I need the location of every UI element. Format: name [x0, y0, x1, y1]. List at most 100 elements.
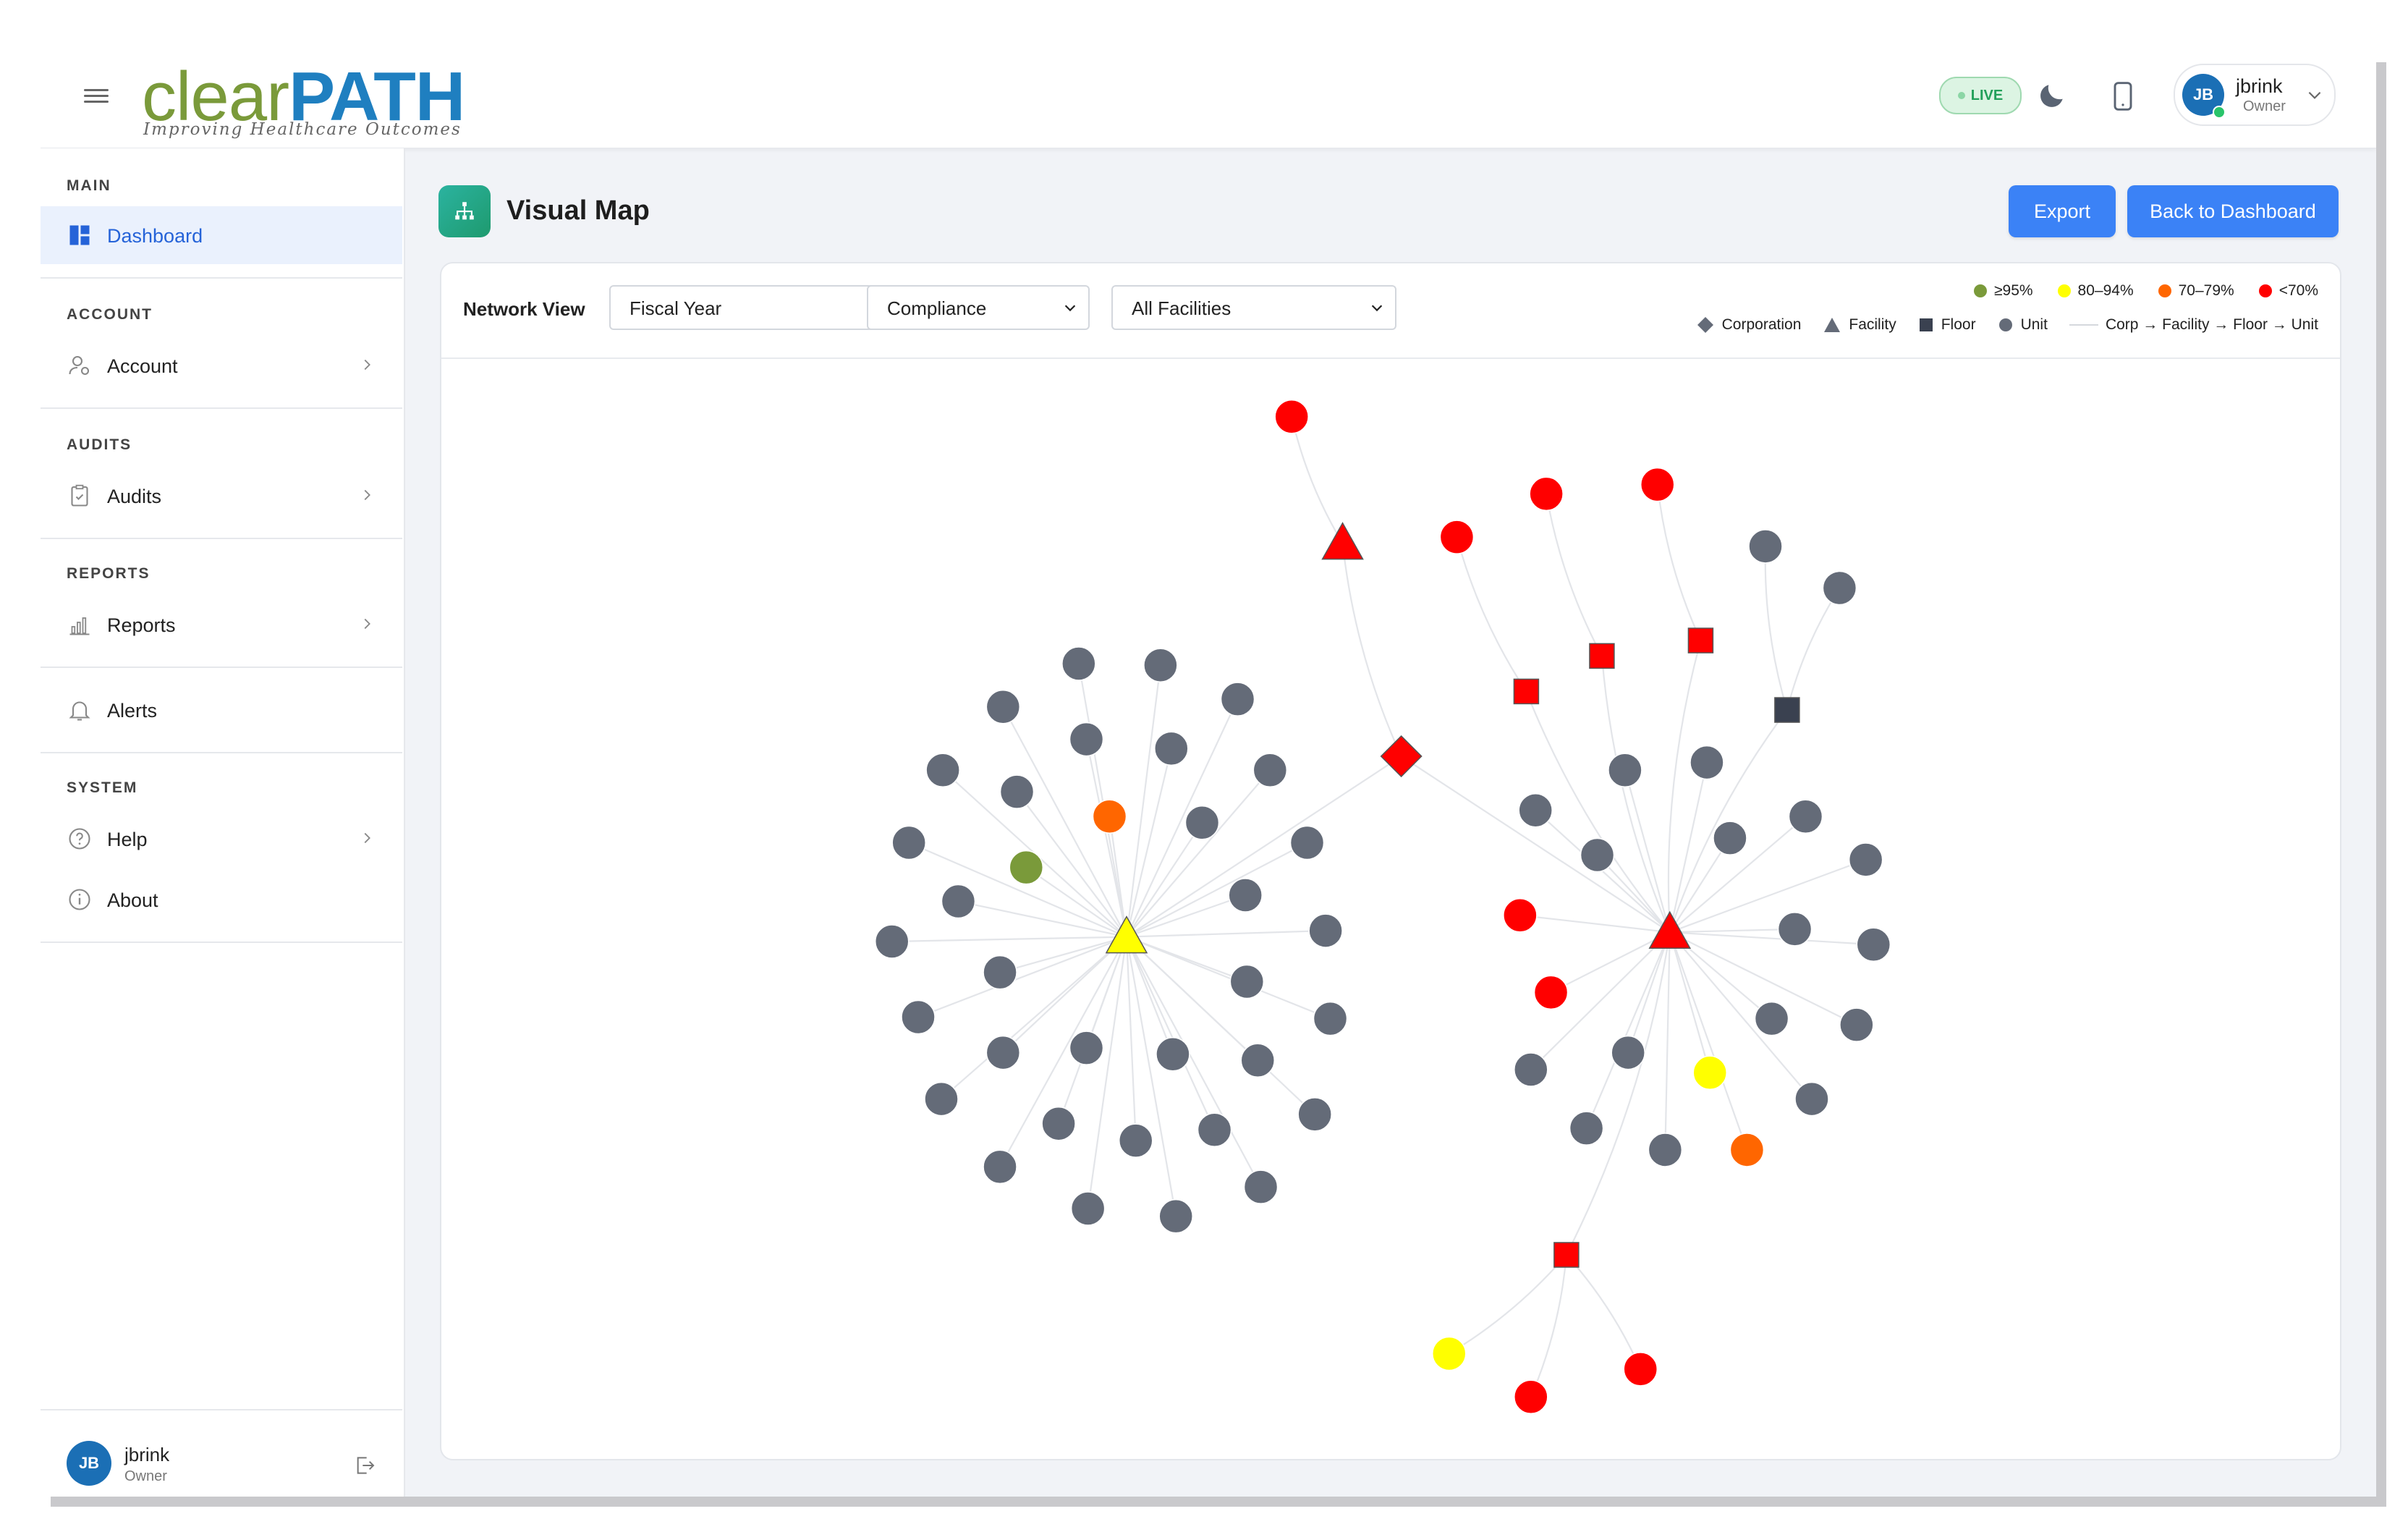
link-line-icon — [2069, 324, 2098, 326]
unit-node[interactable] — [941, 884, 976, 919]
unit-node[interactable] — [1009, 850, 1044, 885]
floor-node[interactable] — [1687, 627, 1714, 653]
unit-node[interactable] — [1069, 722, 1104, 757]
sidebar-item-account[interactable]: Account — [41, 337, 402, 394]
unit-node[interactable] — [1184, 805, 1220, 840]
export-button[interactable]: Export — [2009, 185, 2116, 237]
unit-node[interactable] — [1229, 964, 1265, 999]
unit-node[interactable] — [1274, 399, 1309, 434]
unit-node[interactable] — [1061, 646, 1096, 681]
back-to-dashboard-button[interactable]: Back to Dashboard — [2127, 185, 2339, 237]
floor-node[interactable] — [1553, 1242, 1580, 1268]
unit-node[interactable] — [1158, 1198, 1193, 1234]
unit-node[interactable] — [1070, 1191, 1106, 1226]
unit-node[interactable] — [1092, 799, 1127, 834]
dark-mode-moon-icon[interactable] — [2036, 80, 2068, 111]
sidebar-item-help[interactable]: Help — [41, 810, 402, 868]
link-line — [1126, 929, 1326, 938]
unit-node[interactable] — [1533, 975, 1569, 1010]
unit-node[interactable] — [1156, 1036, 1190, 1072]
unit-node[interactable] — [1713, 821, 1747, 855]
color-swatch-icon — [2158, 284, 2171, 297]
facility-node[interactable] — [1321, 522, 1364, 560]
unit-node[interactable] — [1503, 897, 1538, 933]
unit-node[interactable] — [1197, 1112, 1232, 1147]
sidebar-item-dashboard[interactable]: Dashboard — [41, 206, 402, 264]
unit-node[interactable] — [983, 1149, 1017, 1185]
floor-node[interactable] — [1774, 697, 1800, 723]
unit-node[interactable] — [1514, 1379, 1548, 1414]
mobile-view-phone-icon[interactable] — [2107, 80, 2139, 113]
unit-node[interactable] — [1069, 1031, 1104, 1065]
user-menu-button[interactable]: JB jbrink Owner — [2174, 64, 2336, 126]
unit-node[interactable] — [985, 690, 1021, 724]
unit-node[interactable] — [1623, 1352, 1658, 1387]
unit-node[interactable] — [1119, 1123, 1153, 1158]
unit-node[interactable] — [983, 955, 1017, 990]
metric-select[interactable]: Compliance — [867, 285, 1090, 330]
period-select[interactable]: Fiscal Year — [609, 285, 893, 330]
link-line — [1126, 936, 1315, 1115]
link-line — [1126, 842, 1308, 938]
unit-node[interactable] — [1608, 753, 1642, 787]
divider — [41, 1409, 402, 1410]
unit-node[interactable] — [1611, 1035, 1645, 1070]
unit-node[interactable] — [891, 825, 926, 860]
unit-node[interactable] — [1243, 1169, 1279, 1204]
sidebar-item-audits[interactable]: Audits — [41, 467, 402, 525]
facility-node[interactable] — [1105, 915, 1148, 954]
unit-node[interactable] — [1569, 1111, 1604, 1146]
network-map[interactable] — [441, 359, 2340, 1459]
unit-node[interactable] — [1143, 648, 1178, 682]
unit-node[interactable] — [1690, 745, 1724, 780]
sidebar-item-alerts[interactable]: Alerts — [41, 681, 402, 739]
unit-node[interactable] — [1839, 1007, 1874, 1042]
link-line — [1566, 1254, 1642, 1370]
unit-node[interactable] — [1252, 753, 1288, 787]
unit-node[interactable] — [874, 924, 910, 959]
unit-node[interactable] — [925, 753, 960, 787]
unit-node[interactable] — [1514, 1052, 1548, 1087]
unit-node[interactable] — [1220, 682, 1255, 716]
unit-node[interactable] — [985, 1035, 1021, 1070]
unit-node[interactable] — [1848, 842, 1883, 877]
unit-node[interactable] — [1529, 476, 1564, 512]
unit-node[interactable] — [1794, 1081, 1829, 1117]
logout-icon[interactable] — [353, 1454, 376, 1477]
corporation-node[interactable] — [1380, 735, 1423, 778]
menu-toggle-icon[interactable] — [84, 85, 109, 107]
unit-node[interactable] — [1692, 1055, 1727, 1091]
legend-color-item: ≥95% — [1973, 282, 2033, 300]
sidebar-item-about[interactable]: About — [41, 871, 402, 928]
unit-node[interactable] — [1729, 1133, 1765, 1167]
unit-node[interactable] — [1297, 1097, 1332, 1132]
unit-node[interactable] — [1788, 799, 1823, 834]
unit-node[interactable] — [1313, 1001, 1348, 1036]
unit-node[interactable] — [1228, 878, 1263, 913]
floor-node[interactable] — [1589, 643, 1615, 669]
unit-node[interactable] — [1754, 1001, 1789, 1036]
unit-node[interactable] — [1822, 570, 1857, 606]
sidebar-item-reports[interactable]: Reports — [41, 596, 402, 653]
unit-node[interactable] — [1041, 1106, 1076, 1141]
unit-node[interactable] — [1748, 529, 1783, 564]
sidebar-item-label: Account — [107, 355, 178, 377]
unit-node[interactable] — [1154, 731, 1189, 766]
unit-node[interactable] — [901, 999, 936, 1035]
legend-color-label: 70–79% — [2178, 282, 2234, 299]
unit-node[interactable] — [1777, 912, 1813, 947]
unit-node[interactable] — [1640, 467, 1675, 502]
unit-node[interactable] — [999, 774, 1035, 809]
unit-node[interactable] — [924, 1081, 959, 1117]
unit-node[interactable] — [1648, 1133, 1683, 1167]
unit-node[interactable] — [1439, 520, 1475, 554]
unit-node[interactable] — [1308, 913, 1343, 948]
unit-node[interactable] — [1289, 825, 1325, 860]
unit-node[interactable] — [1856, 927, 1891, 962]
facility-select[interactable]: All Facilities — [1111, 285, 1396, 330]
floor-node[interactable] — [1513, 678, 1540, 705]
unit-node[interactable] — [1518, 792, 1553, 828]
unit-node[interactable] — [1580, 837, 1615, 873]
unit-node[interactable] — [1432, 1336, 1467, 1371]
unit-node[interactable] — [1240, 1043, 1276, 1078]
